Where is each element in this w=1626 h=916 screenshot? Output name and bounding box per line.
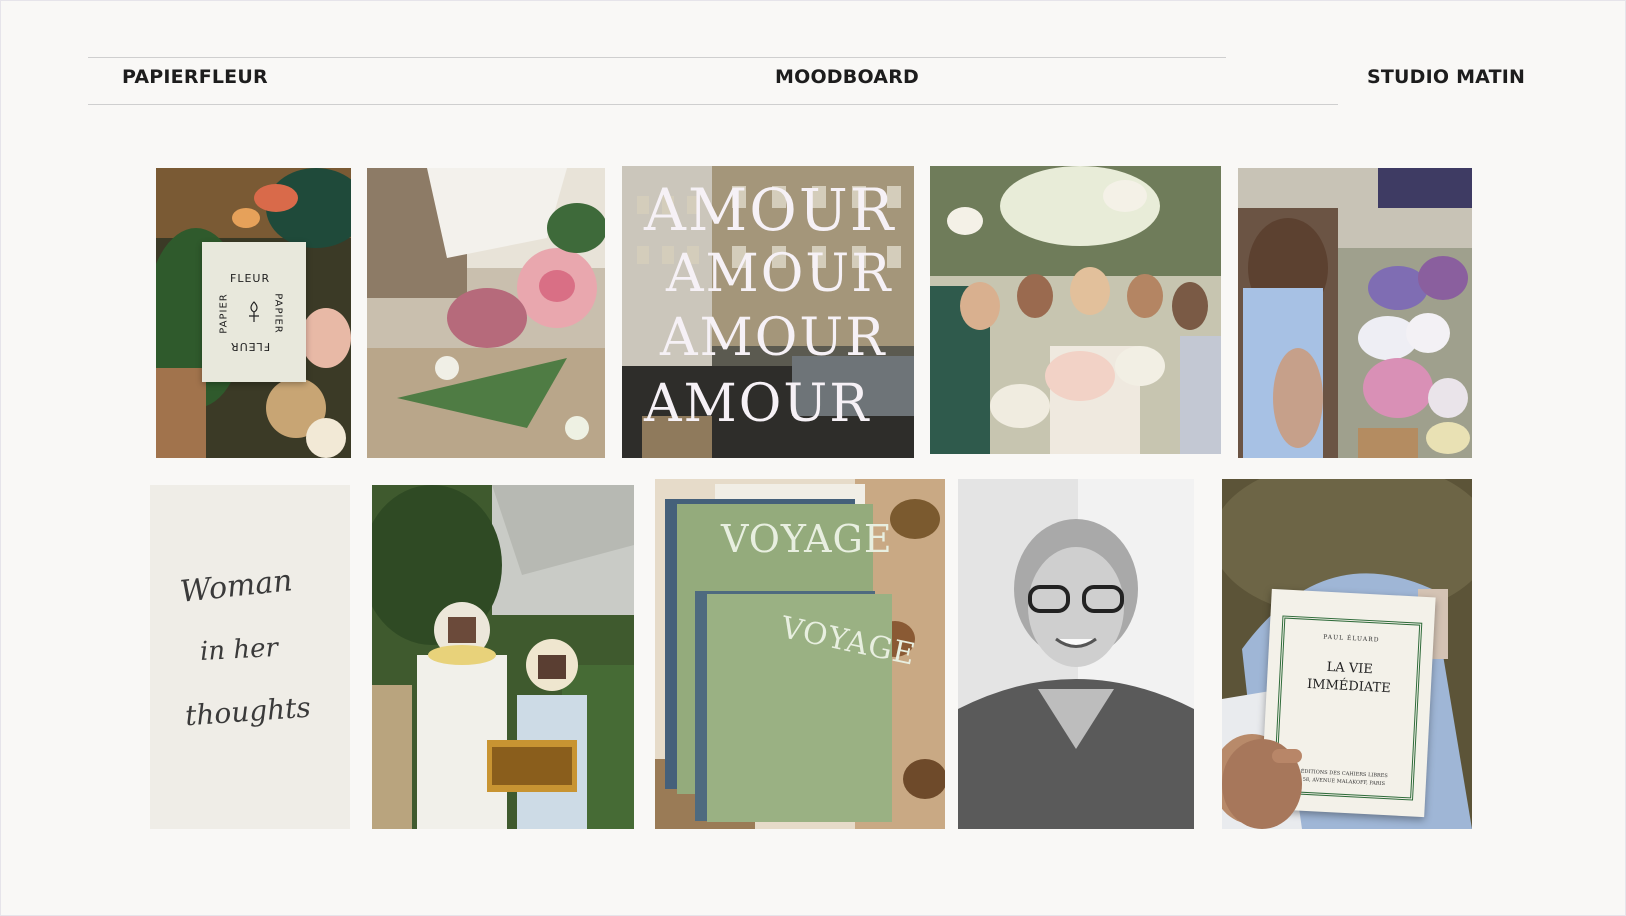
photo-beekeepers: [372, 485, 634, 829]
studio-name: STUDIO MATIN: [1367, 66, 1526, 88]
photo-flowers-logo-card: FLEUR PAPIER PAPIER FLEUR: [156, 168, 351, 458]
amour-text-4: AMOUR: [644, 374, 871, 434]
photo-amour-window: AMOUR AMOUR AMOUR AMOUR: [622, 166, 914, 458]
photo-portrait-woman: [958, 479, 1194, 829]
quote-line-2: in her: [199, 632, 279, 668]
card-handwritten-quote: Woman in her thoughts: [150, 485, 350, 829]
flower-emblem-icon: [246, 300, 262, 322]
quote-line-1: Woman: [178, 563, 295, 610]
header-rule-bottom: [88, 104, 1338, 105]
quote-line-3: thoughts: [184, 690, 312, 733]
logo-text-fleur-top: FLEUR: [230, 272, 271, 285]
amour-text-3: AMOUR: [660, 308, 887, 368]
amour-text-1: AMOUR: [644, 176, 896, 244]
page-title: MOODBOARD: [775, 66, 920, 88]
hand-holding-book: [1222, 729, 1302, 829]
voyage-title-back: VOYAGE: [721, 517, 893, 561]
photo-bridal-party: [930, 166, 1221, 454]
brand-name: PAPIERFLEUR: [122, 66, 268, 88]
photo-book-la-vie-immediate: PAUL ÉLUARD LA VIE IMMÉDIATE ÉDITIONS DE…: [1222, 479, 1472, 829]
amour-text-2: AMOUR: [666, 244, 893, 304]
logo-text-fleur-bottom: FLEUR: [230, 340, 271, 353]
logo-text-papier-left: PAPIER: [218, 293, 230, 334]
photo-florist-table: [367, 168, 605, 458]
photo-flower-market: [1238, 168, 1472, 458]
logo-card: FLEUR PAPIER PAPIER FLEUR: [202, 242, 306, 382]
photo-voyage-notebooks: VOYAGE VOYAGE: [655, 479, 945, 829]
header-rule-top: [88, 57, 1226, 58]
logo-text-papier-right: PAPIER: [272, 293, 284, 334]
